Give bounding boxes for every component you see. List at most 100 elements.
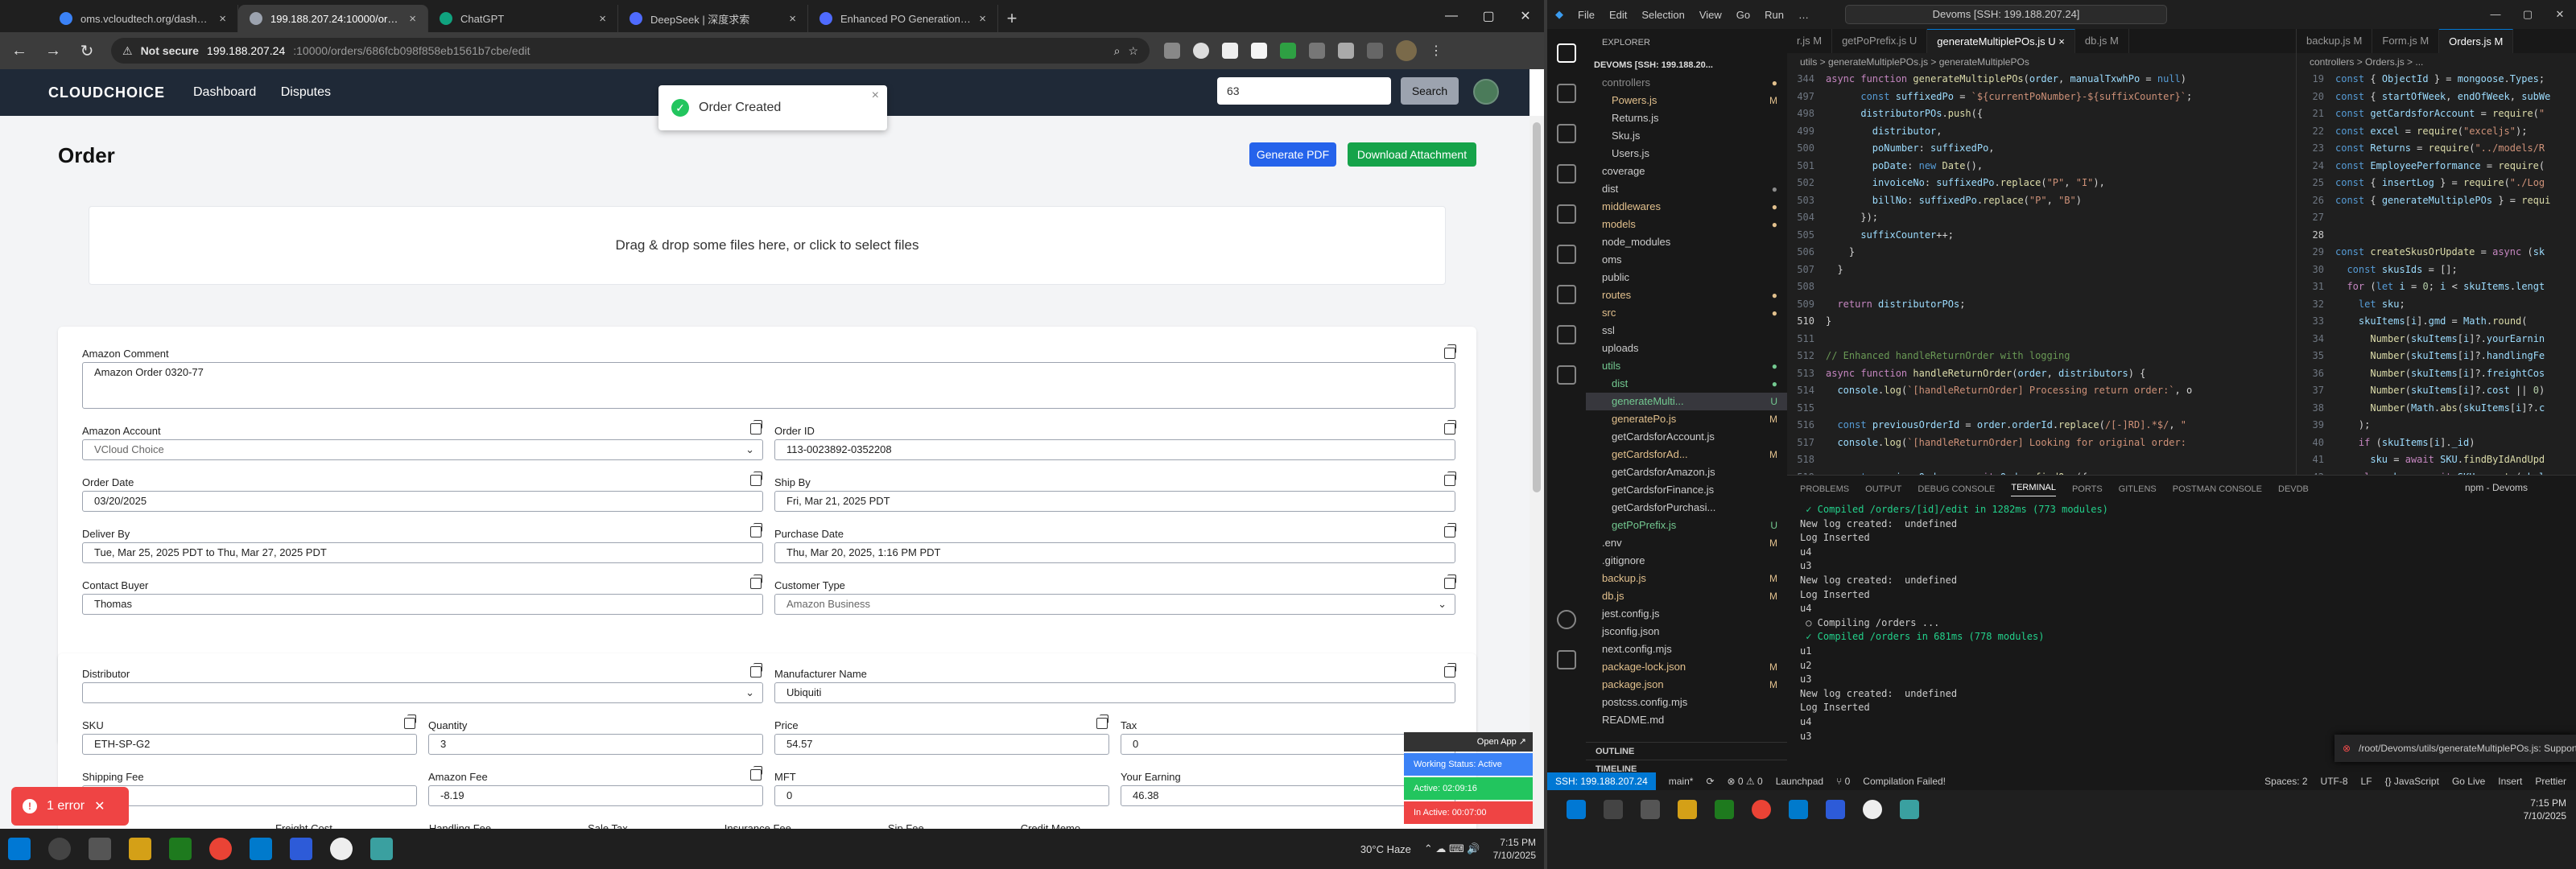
error-badge[interactable]: ! 1 error ✕ [11, 787, 129, 826]
eol[interactable]: LF [2361, 776, 2372, 787]
nav-dashboard[interactable]: Dashboard [193, 85, 256, 99]
amazon-fee-input[interactable]: -8.19 [428, 785, 763, 806]
task-view-icon[interactable] [1641, 800, 1660, 819]
explorer-icon[interactable] [1557, 43, 1576, 63]
generate-pdf-button[interactable]: Generate PDF [1249, 142, 1336, 167]
search-icon[interactable] [48, 838, 71, 860]
gear-icon[interactable] [1557, 650, 1576, 669]
mft-input[interactable]: 0 [774, 785, 1109, 806]
copy-icon[interactable] [750, 472, 762, 486]
new-tab-icon[interactable]: + [998, 5, 1026, 32]
tree-item[interactable]: jest.config.js [1586, 605, 1787, 623]
editor-tab[interactable]: getPoPrefix.js U [1832, 29, 1928, 53]
command-center[interactable]: Devoms [SSH: 199.188.207.24] [1845, 5, 2167, 24]
vscode-icon[interactable] [1789, 800, 1808, 819]
browser-tab[interactable]: DeepSeek | 深度求索 × [618, 5, 808, 32]
code-line[interactable]: 507 } [1787, 262, 2296, 279]
tab-close-icon[interactable]: × [219, 12, 226, 26]
code-line[interactable]: 510} [1787, 313, 2296, 331]
copy-icon[interactable] [404, 715, 416, 729]
panel-tab[interactable]: OUTPUT [1865, 484, 1901, 494]
windows-start-icon[interactable] [8, 838, 31, 860]
tree-item[interactable]: .env M [1586, 534, 1787, 552]
menu-file[interactable]: File [1578, 9, 1595, 21]
browser-tab[interactable]: oms.vcloudtech.org/dashboard × [48, 5, 238, 32]
tree-item[interactable]: controllers ● [1586, 74, 1787, 92]
copy-icon[interactable] [750, 575, 762, 589]
tree-item[interactable]: dist ● [1586, 180, 1787, 198]
zoom-icon[interactable]: ⌕ [1114, 44, 1121, 58]
vscode-icon[interactable] [250, 838, 272, 860]
code-line[interactable]: 499 distributor, [1787, 123, 2296, 141]
panel-tab[interactable]: GITLENS [2119, 484, 2157, 494]
tree-item[interactable]: jsconfig.json [1586, 623, 1787, 640]
profile-avatar[interactable] [1396, 40, 1417, 61]
app-icon[interactable] [370, 838, 393, 860]
code-line[interactable]: 33 skuItems[i].gmd = Math.round( [2297, 313, 2576, 331]
tree-item[interactable]: getCardsforAmazon.js [1586, 463, 1787, 481]
prettier[interactable]: Prettier [2535, 776, 2576, 787]
panel-tab[interactable]: PROBLEMS [1800, 484, 1849, 494]
panel-tab[interactable]: DEBUG CONSOLE [1918, 484, 1995, 494]
tree-item[interactable]: middlewares ● [1586, 198, 1787, 216]
code-line[interactable]: 509 return distributorPOs; [1787, 296, 2296, 314]
tree-item[interactable]: Users.js [1586, 145, 1787, 163]
tree-item[interactable]: public [1586, 269, 1787, 286]
editor-tab[interactable]: Form.js M [2372, 29, 2440, 53]
copy-icon[interactable] [750, 766, 762, 780]
code-line[interactable]: 21 const getCardsforAccount = require(" [2297, 105, 2576, 123]
user-avatar[interactable] [1473, 79, 1499, 105]
tree-item[interactable]: utils ● [1586, 357, 1787, 375]
manufacturer-input[interactable]: Ubiquiti [774, 682, 1455, 703]
open-app-link[interactable]: Open App ↗ [1404, 732, 1533, 752]
header-search-input[interactable]: 63 [1217, 77, 1391, 105]
code-line[interactable]: 19 const { ObjectId } = mongoose.Types; [2297, 71, 2576, 89]
code-line[interactable]: 30 const skusIds = []; [2297, 262, 2576, 279]
problems-count[interactable]: ⊗ 0 ⚠ 0 [1728, 776, 1763, 787]
file-explorer-icon[interactable] [129, 838, 151, 860]
nav-disputes[interactable]: Disputes [281, 85, 331, 99]
code-line[interactable]: 512// Enhanced handleReturnOrder with lo… [1787, 348, 2296, 365]
tree-item[interactable]: models ● [1586, 216, 1787, 233]
menu-view[interactable]: View [1699, 9, 1722, 21]
editor-tab[interactable]: backup.js M [2297, 29, 2373, 53]
zoom-app-icon[interactable] [1826, 800, 1845, 819]
editor-tab[interactable]: generateMultiplePOs.js U × [1927, 29, 2075, 53]
copy-icon[interactable] [1444, 575, 1456, 589]
menu-edit[interactable]: Edit [1609, 9, 1627, 21]
browser-tab[interactable]: ChatGPT × [428, 5, 618, 32]
tree-item[interactable]: Sku.js [1586, 127, 1787, 145]
order-date-input[interactable]: 03/20/2025 [82, 491, 763, 512]
tree-item[interactable]: getPoPrefix.js U [1586, 517, 1787, 534]
code-line[interactable]: 508 [1787, 278, 2296, 296]
store-icon[interactable] [1715, 800, 1734, 819]
code-line[interactable]: 34 Number(skuItems[i]?.yourEarnin [2297, 331, 2576, 348]
code-line[interactable]: 20 const { startOfWeek, endOfWeek, subWe [2297, 89, 2576, 106]
tree-item[interactable]: node_modules [1586, 233, 1787, 251]
launchpad[interactable]: Launchpad [1776, 776, 1823, 787]
price-input[interactable]: 54.57 [774, 734, 1109, 755]
app-icon[interactable] [1900, 800, 1919, 819]
header-search-button[interactable]: Search [1401, 77, 1459, 105]
quantity-input[interactable]: 3 [428, 734, 763, 755]
task-view-icon[interactable] [89, 838, 111, 860]
shipping-fee-input[interactable] [82, 785, 417, 806]
editor-tab[interactable]: Orders.js M [2439, 29, 2514, 53]
code-line[interactable]: 39 ); [2297, 417, 2576, 434]
browser-tab[interactable]: Enhanced PO Generation for M × [808, 5, 998, 32]
extension-icon[interactable] [1309, 43, 1325, 59]
git-branch[interactable]: main* [1669, 776, 1694, 787]
minimize-icon[interactable]: — [1433, 0, 1470, 32]
close-window-icon[interactable]: ✕ [2544, 0, 2576, 29]
file-explorer-icon[interactable] [1678, 800, 1697, 819]
scroll-thumb[interactable] [1533, 122, 1541, 492]
code-line[interactable]: 41 sku = await SKU.findByIdAndUpd [2297, 451, 2576, 469]
toast-close-icon[interactable]: × [872, 89, 879, 103]
code-line[interactable]: 516 const previousOrderId = order.orderI… [1787, 417, 2296, 434]
code-line[interactable]: 503 billNo: suffixedPo.replace("P", "B") [1787, 192, 2296, 210]
contact-buyer-input[interactable]: Thomas [82, 594, 763, 615]
code-line[interactable]: 24 const EmployeePerformance = require( [2297, 158, 2576, 175]
code-line[interactable]: 28 [2297, 227, 2576, 245]
code-line[interactable]: 504 }); [1787, 209, 2296, 227]
copy-icon[interactable] [1444, 472, 1456, 486]
